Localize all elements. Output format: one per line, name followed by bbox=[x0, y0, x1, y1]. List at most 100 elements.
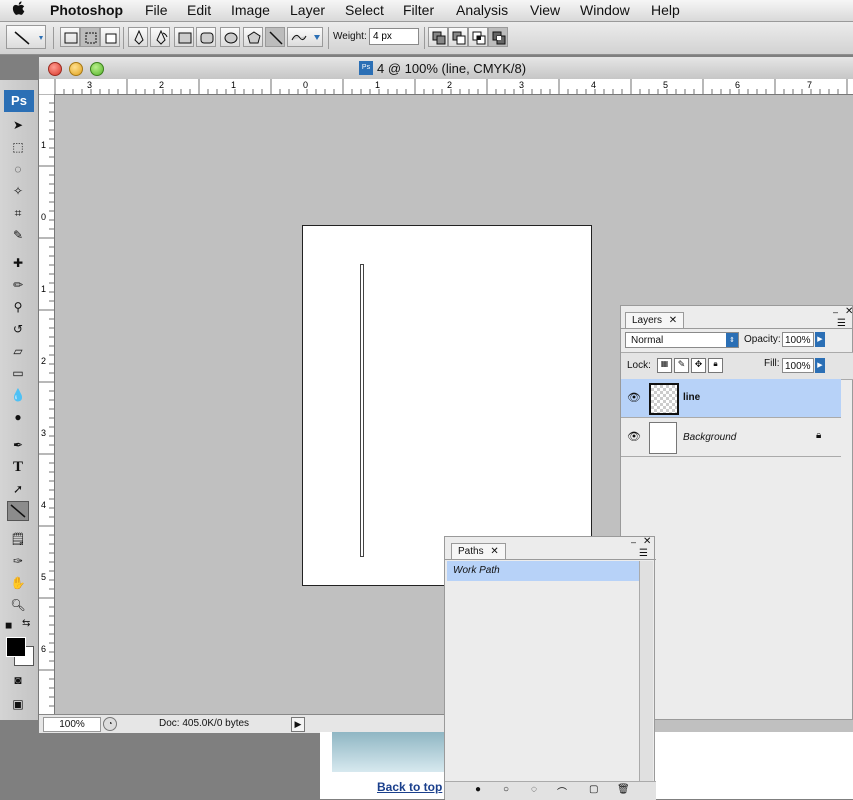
lock-image-icon[interactable]: ✎ bbox=[674, 358, 689, 373]
minimize-button[interactable] bbox=[69, 62, 83, 76]
app-menu[interactable]: Photoshop bbox=[50, 2, 123, 18]
weight-input[interactable] bbox=[369, 28, 419, 45]
pen-icon[interactable] bbox=[128, 27, 148, 47]
fill-slider-icon[interactable]: ▶ bbox=[815, 358, 825, 373]
eye-icon[interactable]: 👁︎ bbox=[627, 391, 641, 404]
custom-shape-icon[interactable] bbox=[287, 27, 323, 47]
menu-view[interactable]: View bbox=[530, 2, 560, 18]
fill-path-icon[interactable]: ● bbox=[475, 784, 481, 795]
tab-paths[interactable]: Paths ✕ bbox=[451, 543, 506, 560]
vertical-ruler[interactable]: 1 0 1 2 3 4 5 6 bbox=[39, 93, 55, 714]
zoom-level[interactable]: 100% bbox=[43, 717, 101, 732]
default-colors-icon[interactable]: ◼ bbox=[5, 620, 12, 631]
document-titlebar[interactable]: Ps 4 @ 100% (line, CMYK/8) bbox=[39, 57, 853, 80]
panel-minimize-icon[interactable]: – bbox=[833, 307, 838, 317]
slice-tool-icon[interactable]: ✎ bbox=[7, 225, 29, 245]
status-menu-icon[interactable]: ◔ bbox=[103, 717, 117, 731]
tab-layers[interactable]: Layers ✕ bbox=[625, 312, 685, 329]
back-to-top-link[interactable]: Back to top bbox=[377, 780, 442, 794]
zoom-button[interactable] bbox=[90, 62, 104, 76]
magic-wand-icon[interactable]: ✧ bbox=[7, 181, 29, 201]
path-row-work-path[interactable]: Work Path bbox=[447, 561, 639, 581]
menu-filter[interactable]: Filter bbox=[403, 2, 434, 18]
rectangle-icon[interactable] bbox=[174, 27, 194, 47]
fill-pixels-icon[interactable] bbox=[100, 27, 120, 47]
brush-tool-icon[interactable]: ✏ bbox=[7, 275, 29, 295]
menu-image[interactable]: Image bbox=[231, 2, 270, 18]
pen-tool-icon[interactable]: ✒ bbox=[7, 435, 29, 455]
ellipse-icon[interactable] bbox=[220, 27, 240, 47]
lock-position-icon[interactable]: ✥ bbox=[691, 358, 706, 373]
layer-row-line[interactable]: 👁︎ line bbox=[621, 379, 841, 418]
layer-row-background[interactable]: 👁︎ Background 🔒︎ bbox=[621, 418, 841, 457]
lock-transparent-icon[interactable]: ▦ bbox=[657, 358, 672, 373]
line-tool-icon[interactable] bbox=[7, 501, 29, 521]
history-brush-icon[interactable]: ↺ bbox=[7, 319, 29, 339]
panel-close-icon[interactable]: ✕ bbox=[845, 306, 853, 317]
move-tool-icon[interactable]: ➤ bbox=[7, 115, 29, 135]
paths-mode-icon[interactable] bbox=[80, 27, 100, 47]
status-arrow-icon[interactable]: ▶ bbox=[291, 717, 305, 732]
lock-all-icon[interactable]: 🔒︎ bbox=[708, 358, 723, 373]
screen-mode-icon[interactable]: ▣ bbox=[7, 694, 29, 714]
panel-menu-icon[interactable]: ☰ bbox=[639, 548, 648, 559]
crop-tool-icon[interactable]: ⌗ bbox=[7, 203, 29, 223]
eye-icon[interactable]: 👁︎ bbox=[627, 430, 641, 443]
notes-tool-icon[interactable]: 🗒 bbox=[7, 529, 29, 549]
document-canvas[interactable] bbox=[302, 225, 592, 586]
lasso-tool-icon[interactable]: ◌ bbox=[7, 159, 29, 179]
load-selection-icon[interactable]: ◌ bbox=[531, 784, 537, 795]
shape-layers-icon[interactable] bbox=[60, 27, 80, 47]
hand-tool-icon[interactable]: ✋ bbox=[7, 573, 29, 593]
rounded-rectangle-icon[interactable] bbox=[196, 27, 216, 47]
trash-icon[interactable]: 🗑︎ bbox=[617, 784, 630, 795]
opacity-input[interactable]: 100% bbox=[782, 332, 814, 347]
horizontal-ruler[interactable]: 3 2 1 0 1 2 3 4 5 6 7 bbox=[39, 79, 853, 95]
eraser-tool-icon[interactable]: ▱ bbox=[7, 341, 29, 361]
panel-close-icon[interactable]: ✕ bbox=[643, 536, 651, 547]
menu-analysis[interactable]: Analysis bbox=[456, 2, 508, 18]
line-tool-icon[interactable] bbox=[265, 27, 285, 47]
menu-help[interactable]: Help bbox=[651, 2, 680, 18]
dodge-tool-icon[interactable]: ● bbox=[7, 407, 29, 427]
blend-mode-select[interactable]: Normal ⇕ bbox=[625, 332, 739, 348]
menu-window[interactable]: Window bbox=[580, 2, 630, 18]
quick-mask-icon[interactable]: ◙ bbox=[7, 670, 29, 690]
polygon-icon[interactable] bbox=[243, 27, 263, 47]
stroke-path-icon[interactable]: ○ bbox=[503, 784, 509, 795]
ps-logo[interactable]: Ps bbox=[4, 90, 34, 112]
menu-select[interactable]: Select bbox=[345, 2, 384, 18]
menu-edit[interactable]: Edit bbox=[187, 2, 211, 18]
path-selection-icon[interactable]: ➚ bbox=[7, 479, 29, 499]
menu-file[interactable]: File bbox=[145, 2, 168, 18]
panel-minimize-icon[interactable]: – bbox=[631, 537, 636, 547]
line-shape[interactable] bbox=[360, 264, 364, 557]
foreground-color-swatch[interactable] bbox=[6, 637, 26, 657]
intersect-area-icon[interactable] bbox=[468, 27, 488, 47]
add-to-area-icon[interactable] bbox=[428, 27, 448, 47]
new-path-icon[interactable]: ▢ bbox=[589, 784, 598, 795]
zoom-tool-icon[interactable]: 🔍︎ bbox=[7, 595, 29, 615]
make-work-path-icon[interactable]: ⌒ bbox=[557, 784, 567, 799]
apple-icon[interactable] bbox=[12, 1, 26, 21]
exclude-overlap-icon[interactable] bbox=[488, 27, 508, 47]
close-button[interactable] bbox=[48, 62, 62, 76]
clone-stamp-icon[interactable]: ⚲ bbox=[7, 297, 29, 317]
ruler-label: 2 bbox=[159, 80, 164, 90]
menu-layer[interactable]: Layer bbox=[290, 2, 325, 18]
tab-close-icon[interactable]: ✕ bbox=[669, 315, 677, 326]
blur-tool-icon[interactable]: 💧 bbox=[7, 385, 29, 405]
subtract-area-icon[interactable] bbox=[448, 27, 468, 47]
opacity-slider-icon[interactable]: ▶ bbox=[815, 332, 825, 347]
gradient-tool-icon[interactable]: ▭ bbox=[7, 363, 29, 383]
eyedropper-icon[interactable]: ✑ bbox=[7, 551, 29, 571]
paths-scrollbar[interactable] bbox=[639, 561, 653, 781]
marquee-tool-icon[interactable]: ⬚ bbox=[7, 137, 29, 157]
tab-close-icon[interactable]: ✕ bbox=[490, 546, 498, 557]
healing-brush-icon[interactable]: ✚ bbox=[7, 253, 29, 273]
fill-input[interactable]: 100% bbox=[782, 358, 814, 373]
swap-colors-icon[interactable]: ⇆ bbox=[22, 618, 30, 629]
type-tool-icon[interactable]: T bbox=[7, 457, 29, 477]
freeform-pen-icon[interactable] bbox=[150, 27, 170, 47]
tool-preset-picker[interactable] bbox=[6, 25, 46, 49]
